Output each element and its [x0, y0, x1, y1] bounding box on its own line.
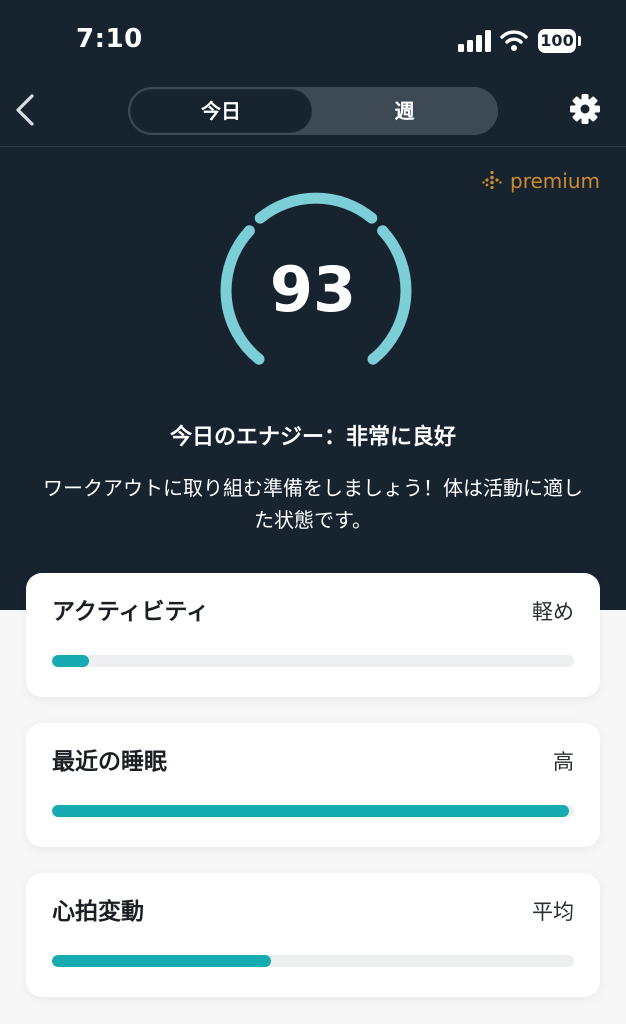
tab-week[interactable]: 週 — [314, 90, 495, 132]
metric-title: 最近の睡眠 — [52, 749, 167, 775]
metric-title: アクティビティ — [52, 599, 210, 625]
energy-description: ワークアウトに取り組む準備をしましょう！体は活動に適した状態です。 — [43, 476, 583, 532]
energy-headline: 今日のエナジー：非常に良好 — [169, 425, 456, 450]
gauge-arc-top — [254, 192, 378, 224]
metric-bar-track — [52, 955, 574, 967]
wifi-icon — [500, 30, 528, 51]
metric-card-hrv[interactable]: 心拍変動 平均 — [26, 873, 600, 997]
period-segmented-control: 今日 週 — [128, 87, 498, 135]
metric-title: 心拍変動 — [52, 899, 144, 925]
top-navigation: 今日 週 — [0, 80, 626, 147]
metric-card-sleep[interactable]: 最近の睡眠 高 — [26, 723, 600, 847]
gear-icon[interactable] — [568, 92, 602, 126]
status-bar: 7:10 100 — [0, 0, 626, 80]
premium-dots-icon — [482, 170, 502, 190]
metric-bar-fill — [52, 655, 89, 667]
metric-value: 高 — [553, 750, 574, 774]
metric-value: 平均 — [532, 900, 574, 924]
metric-bar-fill — [52, 955, 272, 967]
tab-today[interactable]: 今日 — [131, 90, 311, 132]
battery-nub — [578, 36, 581, 46]
metric-bar-track — [52, 655, 574, 667]
status-time: 7:10 — [76, 24, 143, 54]
battery-icon: 100 — [538, 29, 576, 53]
metric-bar-track — [52, 805, 574, 817]
back-button[interactable] — [10, 90, 40, 130]
premium-label: premium — [510, 169, 600, 193]
metric-value: 軽め — [532, 600, 574, 624]
signal-icon — [458, 30, 492, 52]
energy-score: 93 — [269, 253, 357, 326]
metric-bar-fill — [52, 805, 569, 817]
metric-card-activity[interactable]: アクティビティ 軽め — [26, 573, 600, 697]
header-panel: 7:10 100 今日 週 premium 93 今日のエナジー：非常に良好 ワ… — [0, 0, 626, 610]
